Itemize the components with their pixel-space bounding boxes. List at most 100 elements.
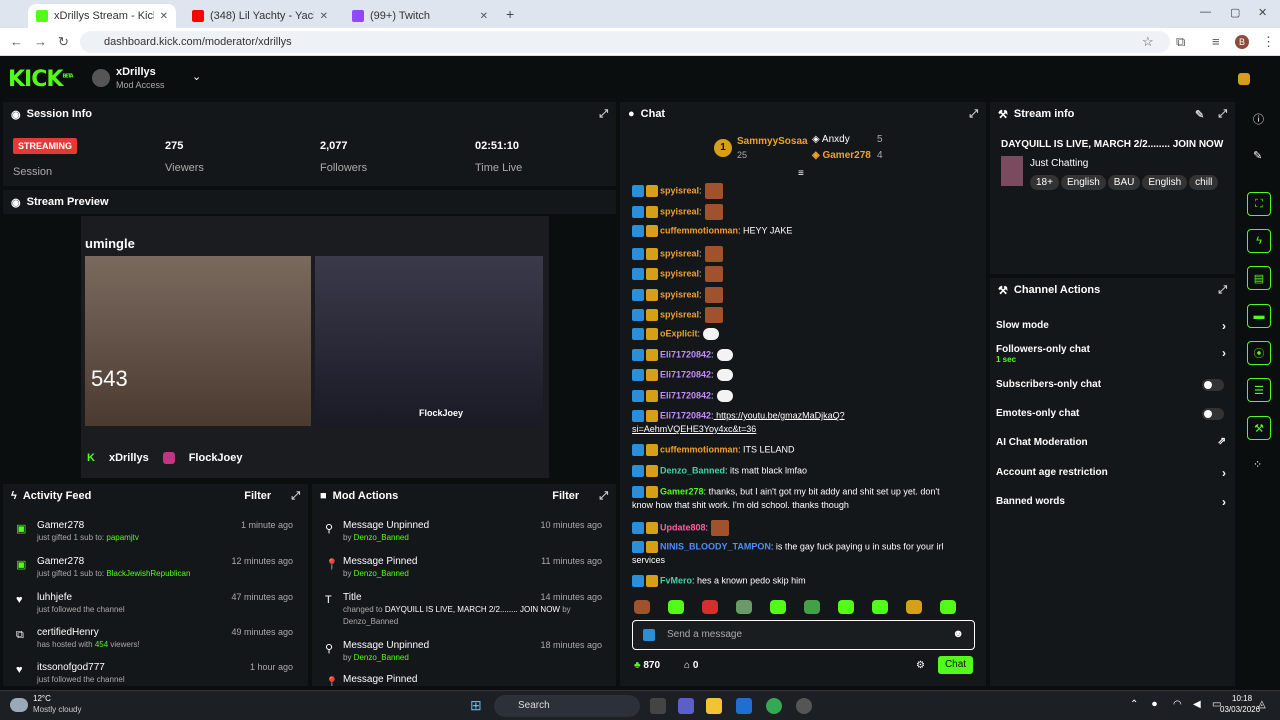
slow-mode-item[interactable]: Slow mode ›	[996, 319, 1228, 333]
chat-icon[interactable]: ▬	[1247, 304, 1271, 328]
tag[interactable]: English	[1142, 175, 1188, 190]
kick-logo[interactable]: KICKBETA	[8, 67, 74, 92]
feed-target[interactable]: BlackJewishRepublican	[106, 569, 190, 578]
feed-user[interactable]: Gamer278	[37, 556, 84, 567]
chat-input[interactable]: Send a message ☻	[632, 620, 975, 650]
tab-twitch[interactable]: (99+) Twitch ✕	[344, 4, 496, 28]
emote-shortcut[interactable]	[634, 600, 650, 614]
emote-shortcut[interactable]	[872, 600, 888, 614]
tag[interactable]: BAU	[1107, 175, 1141, 190]
chat-username[interactable]: Eli71720842	[660, 410, 711, 420]
expand-icon[interactable]: ⤢	[599, 108, 608, 121]
volume-icon[interactable]: ◀	[1193, 699, 1201, 710]
emotes-only-toggle[interactable]	[1202, 408, 1224, 420]
mod-user[interactable]: Denzo_Banned	[354, 653, 409, 662]
lightning-icon[interactable]: ϟ	[1247, 229, 1271, 253]
emote-shortcut[interactable]	[770, 600, 786, 614]
wifi-icon[interactable]: ◠	[1173, 699, 1182, 710]
emote-shortcut[interactable]	[736, 600, 752, 614]
forward-icon[interactable]: →	[34, 34, 47, 49]
notes-icon[interactable]: ▤	[1247, 266, 1271, 290]
reload-icon[interactable]: ↻	[58, 34, 69, 50]
top-gifter-name[interactable]: SammyySosaa	[737, 136, 808, 147]
notification-icon[interactable]	[1238, 73, 1250, 85]
filter-button[interactable]: Filter	[244, 490, 271, 502]
tag[interactable]: 18+	[1030, 175, 1059, 190]
category-name[interactable]: Just Chatting	[1030, 158, 1088, 169]
emote-shortcut[interactable]	[906, 600, 922, 614]
window-close-icon[interactable]: ✕	[1258, 6, 1267, 19]
emote-shortcut[interactable]	[940, 600, 956, 614]
tag[interactable]: English	[1060, 175, 1106, 190]
taskbar-search[interactable]: Search	[494, 695, 640, 717]
tray-chevron-icon[interactable]: ⌃	[1130, 699, 1138, 710]
profile-avatar[interactable]: B	[1235, 35, 1249, 49]
store-button[interactable]: ⌂ 0	[684, 660, 698, 671]
more-icon[interactable]: ⁘	[1253, 458, 1262, 471]
clock-time[interactable]: 10:18	[1232, 694, 1252, 703]
emote-shortcut[interactable]	[804, 600, 820, 614]
windows-start-icon[interactable]: ⊞	[470, 697, 482, 714]
chrome-icon[interactable]	[766, 698, 782, 714]
banned-words-item[interactable]: Banned words ›	[996, 495, 1228, 509]
emote-shortcut[interactable]	[838, 600, 854, 614]
chat-username[interactable]: Denzo_Banned	[660, 465, 725, 475]
gifter3-name[interactable]: Gamer278	[822, 150, 870, 161]
chat-username[interactable]: spyisreal	[660, 289, 699, 299]
chat-settings-gear-icon[interactable]: ⚙	[916, 660, 925, 671]
followers-only-item[interactable]: Followers-only chat 1 sec ›	[996, 344, 1228, 364]
filter-button[interactable]: Filter	[552, 490, 579, 502]
broadcast-icon[interactable]: ⦿	[1247, 341, 1271, 365]
feed-user[interactable]: luhhjefe	[37, 592, 72, 603]
chat-username[interactable]: cuffemmotionman	[660, 444, 738, 454]
chat-message-continued[interactable]: si=AehmVQEHE3Yoy4xc&t=36	[632, 424, 756, 434]
expand-icon[interactable]: ⤢	[1218, 108, 1227, 121]
info-icon[interactable]: ⓘ	[1253, 111, 1264, 127]
url-field[interactable]: dashboard.kick.com/moderator/xdrillys	[80, 31, 1170, 53]
feed-user[interactable]: Gamer278	[37, 520, 84, 531]
clock-date[interactable]: 03/03/2026	[1220, 705, 1260, 714]
chat-username[interactable]: cuffemmotionman	[660, 225, 738, 235]
chat-username[interactable]: spyisreal	[660, 309, 699, 319]
taskview-icon[interactable]	[650, 698, 666, 714]
tab-kick-dashboard[interactable]: xDrillys Stream - Kick Dashb ✕	[28, 4, 176, 28]
expand-icon[interactable]: ⤢	[291, 490, 300, 503]
chat-username[interactable]: spyisreal	[660, 248, 699, 258]
stream-video[interactable]: umingle 543 FlockJoey K xDrillys FlockJo…	[81, 216, 549, 478]
chat-username[interactable]: Update808	[660, 522, 706, 532]
feed-user[interactable]: itssonofgod777	[37, 662, 105, 673]
chat-username[interactable]: NINIS_BLOODY_TAMPON	[660, 541, 771, 551]
store-icon[interactable]	[736, 698, 752, 714]
steam-icon[interactable]	[796, 698, 812, 714]
chat-send-button[interactable]: Chat	[938, 656, 973, 674]
close-icon[interactable]: ✕	[160, 11, 168, 22]
pencil-icon[interactable]: ✎	[1253, 149, 1262, 162]
emote-shortcut[interactable]	[702, 600, 718, 614]
chat-username[interactable]: spyisreal	[660, 268, 699, 278]
screenshot-icon[interactable]: ⛶	[1247, 192, 1271, 216]
new-tab-icon[interactable]: +	[506, 6, 514, 22]
channel-switcher-chevron-icon[interactable]: ⌄	[192, 70, 201, 83]
chat-username[interactable]: Eli71720842	[660, 390, 711, 400]
chat-username[interactable]: spyisreal	[660, 185, 699, 195]
back-icon[interactable]: ←	[10, 34, 23, 49]
chat-username[interactable]: Gamer278	[660, 486, 704, 496]
notifications-bell-icon[interactable]: ◬	[1258, 699, 1266, 710]
media-icon[interactable]: ≡	[1212, 34, 1220, 49]
feed-target[interactable]: papamjtv	[106, 533, 138, 542]
minimize-icon[interactable]: —	[1200, 6, 1211, 18]
chat-username[interactable]: oExplicit	[660, 328, 698, 338]
expand-icon[interactable]: ⤢	[969, 108, 978, 121]
maximize-icon[interactable]: ▢	[1230, 6, 1240, 19]
chat-username[interactable]: Eli71720842	[660, 349, 711, 359]
account-age-item[interactable]: Account age restriction ›	[996, 466, 1228, 480]
layout-icon[interactable]: ☰	[1247, 378, 1271, 402]
subscribers-only-toggle[interactable]	[1202, 379, 1224, 391]
mod-user[interactable]: Denzo_Banned	[354, 533, 409, 542]
close-icon[interactable]: ✕	[320, 11, 328, 22]
mic-icon[interactable]: ⏺	[1152, 699, 1157, 710]
chat-username[interactable]: spyisreal	[660, 206, 699, 216]
mod-user[interactable]: Denzo_Banned	[343, 617, 398, 626]
tools-icon[interactable]: ⚒	[1247, 416, 1271, 440]
close-icon[interactable]: ✕	[480, 11, 488, 22]
